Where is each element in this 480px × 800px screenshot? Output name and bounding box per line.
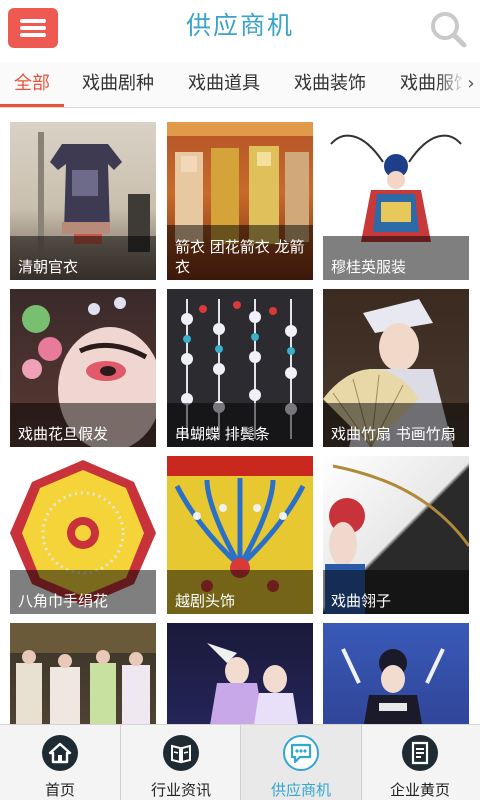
product-caption: 戏曲竹扇 书画竹扇 xyxy=(323,403,469,447)
product-caption: 清朝官衣 xyxy=(10,236,156,280)
product-card[interactable]: 清朝官衣 xyxy=(10,122,156,280)
tab-opera-decorations[interactable]: 戏曲装饰 xyxy=(294,62,366,107)
product-card[interactable] xyxy=(167,623,313,728)
nav-industry-news[interactable]: 行业资讯 xyxy=(121,725,241,800)
tabs-scroll-right-icon[interactable]: › xyxy=(462,62,480,107)
product-card[interactable] xyxy=(10,623,156,728)
nav-supply-opportunities[interactable]: 供应商机 xyxy=(241,725,361,800)
product-card[interactable]: 穆桂英服装 xyxy=(323,122,469,280)
tab-opera-genres[interactable]: 戏曲剧种 xyxy=(82,62,154,107)
product-caption: 戏曲翎子 xyxy=(323,570,469,614)
home-icon xyxy=(42,735,78,771)
product-card[interactable]: 越剧头饰 xyxy=(167,456,313,614)
product-grid: 清朝官衣 箭衣 团花箭衣 龙箭衣 穆桂英服装 戏曲花旦假发 串蝴蝶 排鬓条 戏曲… xyxy=(0,108,480,728)
product-caption: 穆桂英服装 xyxy=(323,236,469,280)
nav-home[interactable]: 首页 xyxy=(0,725,120,800)
product-caption: 串蝴蝶 排鬓条 xyxy=(167,403,313,447)
product-image xyxy=(167,623,313,728)
nav-business-directory[interactable]: 企业黄页 xyxy=(360,725,480,800)
bottom-navigation: 首页 行业资讯 供应商机 企业黄页 xyxy=(0,724,480,800)
app-header: 供应商机 xyxy=(0,0,480,60)
product-image xyxy=(323,623,469,728)
nav-label: 企业黄页 xyxy=(389,781,450,799)
product-caption: 箭衣 团花箭衣 龙箭衣 xyxy=(167,225,313,280)
category-tabs: 全部 戏曲剧种 戏曲道具 戏曲装饰 戏曲服饰 › xyxy=(0,62,480,108)
product-image xyxy=(10,623,156,728)
product-caption: 越剧头饰 xyxy=(167,570,313,614)
tab-opera-props[interactable]: 戏曲道具 xyxy=(188,62,260,107)
active-tab-indicator xyxy=(0,104,64,107)
product-card[interactable]: 串蝴蝶 排鬓条 xyxy=(167,289,313,447)
search-icon xyxy=(431,12,467,48)
document-icon xyxy=(402,735,438,771)
product-card[interactable]: 戏曲花旦假发 xyxy=(10,289,156,447)
nav-label: 供应商机 xyxy=(270,781,331,799)
book-icon xyxy=(163,735,199,771)
product-card[interactable] xyxy=(323,623,469,728)
product-caption: 戏曲花旦假发 xyxy=(10,403,156,447)
page-title: 供应商机 xyxy=(185,11,294,40)
nav-label: 首页 xyxy=(44,781,75,799)
nav-label: 行业资讯 xyxy=(150,781,211,799)
product-card[interactable]: 戏曲翎子 xyxy=(323,456,469,614)
product-caption: 八角巾手绢花 xyxy=(10,570,156,614)
product-card[interactable]: 八角巾手绢花 xyxy=(10,456,156,614)
tab-all[interactable]: 全部 xyxy=(14,62,50,107)
search-button[interactable] xyxy=(426,8,470,50)
product-card[interactable]: 箭衣 团花箭衣 龙箭衣 xyxy=(167,122,313,280)
product-card[interactable]: 戏曲竹扇 书画竹扇 xyxy=(323,289,469,447)
chat-bubble-icon xyxy=(283,735,319,771)
